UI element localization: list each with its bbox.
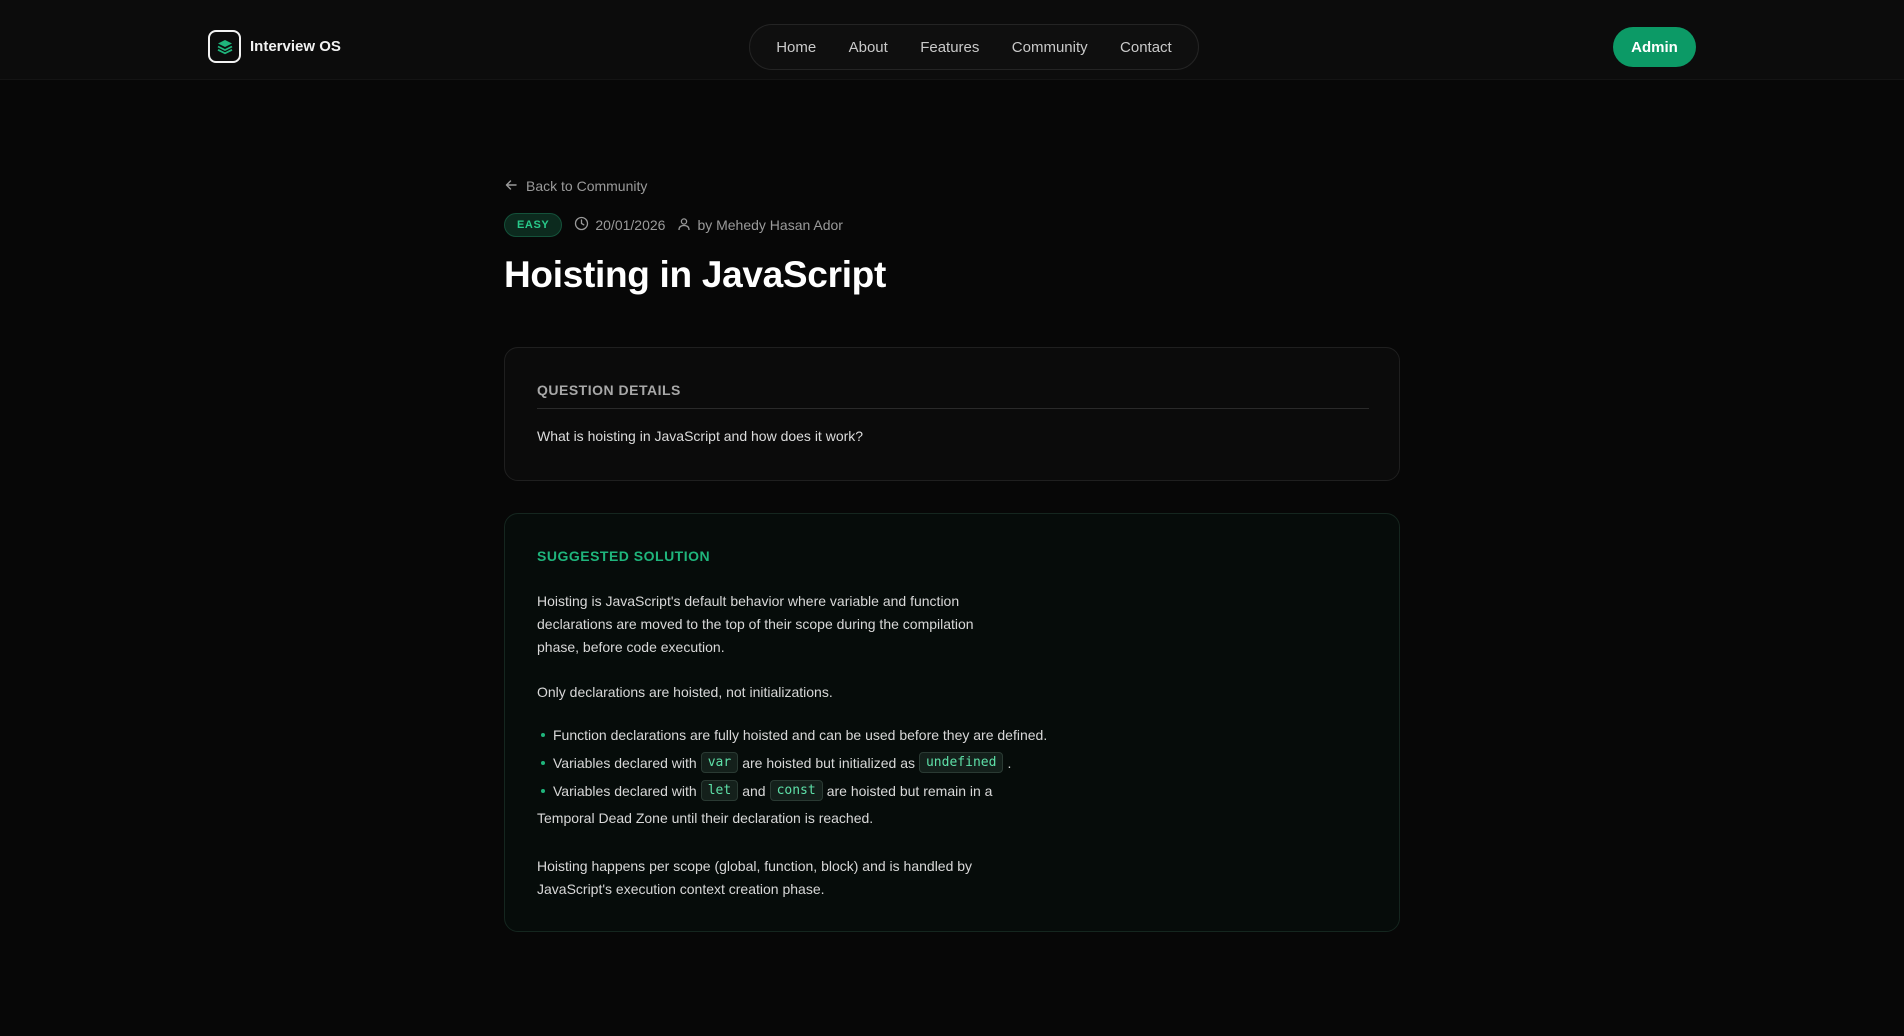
nav-item-contact[interactable]: Contact [1120, 39, 1172, 56]
question-details-card: QUESTION DETAILS What is hoisting in Jav… [504, 347, 1400, 481]
list-item-continuation: Temporal Dead Zone until their declarati… [537, 810, 873, 826]
inline-code: const [769, 780, 823, 801]
bullet-text: . [1007, 754, 1012, 771]
date-meta: 20/01/2026 [574, 216, 665, 234]
bullet-dot [541, 788, 545, 793]
suggested-solution-label: SUGGESTED SOLUTION [537, 548, 711, 564]
brand-logo[interactable]: Interview OS [208, 30, 341, 63]
bullet-text: Temporal Dead Zone until their declarati… [537, 810, 874, 826]
back-to-community-link[interactable]: Back to Community [504, 176, 647, 196]
list-item: Variables declared with let and const ar… [537, 780, 992, 801]
nav-item-features[interactable]: Features [920, 39, 979, 56]
back-link-label: Back to Community [526, 178, 648, 194]
admin-button[interactable]: Admin [1613, 27, 1696, 67]
list-item: Variables declared with var are hoisted … [537, 752, 1011, 773]
arrow-left-icon [504, 178, 518, 195]
solution-paragraph-3: Hoisting happens per scope (global, func… [537, 858, 973, 897]
bullet-text: and [742, 782, 766, 799]
nav-item-about[interactable]: About [849, 39, 888, 56]
inline-code: var [700, 752, 739, 773]
inline-code: undefined [918, 752, 1004, 773]
author-text: by Mehedy Hasan Ador [697, 217, 843, 233]
question-meta: EASY 20/01/2026 by Mehedy Hasan Ador [504, 213, 843, 237]
nav-item-home[interactable]: Home [776, 39, 816, 56]
difficulty-badge: EASY [504, 213, 563, 237]
brand-name: Interview OS [250, 38, 341, 55]
solution-paragraph-1: Hoisting is JavaScript's default behavio… [537, 593, 974, 655]
inline-code: let [700, 780, 739, 801]
nav-item-community[interactable]: Community [1012, 39, 1088, 56]
stack-layers-icon [208, 30, 241, 63]
user-icon [677, 217, 691, 234]
solution-paragraph-2: Only declarations are hoisted, not initi… [537, 684, 833, 700]
bullet-text: are hoisted but remain in a [826, 782, 993, 799]
page-title: Hoisting in JavaScript [504, 254, 886, 295]
site-header: Interview OS Home About Features Communi… [0, 0, 1904, 80]
clock-icon [574, 216, 589, 234]
question-text: What is hoisting in JavaScript and how d… [537, 428, 864, 444]
date-text: 20/01/2026 [595, 217, 666, 233]
bullet-text: Function declarations are fully hoisted … [553, 727, 1048, 743]
bullet-text: Variables declared with [553, 754, 697, 771]
author-meta: by Mehedy Hasan Ador [677, 217, 843, 234]
bullet-dot [541, 760, 545, 765]
suggested-solution-card: SUGGESTED SOLUTION Hoisting is JavaScrip… [504, 513, 1400, 932]
question-details-label: QUESTION DETAILS [537, 382, 681, 398]
main-nav: Home About Features Community Contact [749, 24, 1199, 70]
bullet-text: are hoisted but initialized as [742, 754, 915, 771]
bullet-text: Variables declared with [553, 782, 697, 799]
list-item: Function declarations are fully hoisted … [537, 727, 1047, 743]
bullet-dot [541, 733, 545, 737]
divider [537, 408, 1369, 409]
